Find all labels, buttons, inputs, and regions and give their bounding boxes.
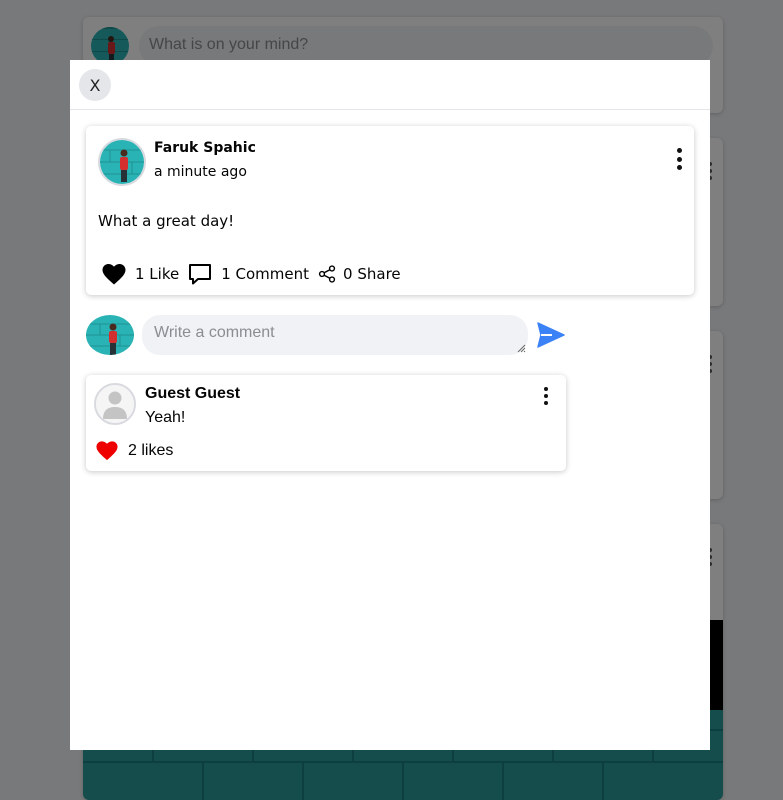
comment-author-name[interactable]: Guest Guest [145,385,240,403]
share-count-label: 0 Share [343,265,401,283]
share-button[interactable]: 0 Share [318,265,401,283]
heart-icon [96,441,118,461]
comment-composer [86,315,686,355]
author-avatar[interactable] [98,138,146,186]
speech-bubble-icon [189,264,212,285]
post-actions: 1 Like 1 Comment 0 Share [102,262,410,286]
post-body-text: What a great day! [98,212,235,230]
more-vertical-icon[interactable] [674,148,684,170]
more-vertical-icon[interactable] [542,387,550,405]
comment-button[interactable]: 1 Comment [188,263,309,285]
modal-header: X [70,60,710,110]
comment-input[interactable] [142,315,528,355]
post-timestamp: a minute ago [154,164,247,180]
post-modal: X Faruk Spahic a minute ago What a great… [70,60,710,750]
like-button[interactable]: 1 Like [102,263,180,285]
heart-icon [102,263,126,284]
comment-likes-label: 2 likes [128,442,174,459]
comment-text: Yeah! [145,409,186,426]
post-author-name[interactable]: Faruk Spahic [154,140,256,156]
comment-like-button[interactable]: 2 likes [96,441,173,461]
close-button[interactable]: X [79,69,111,101]
user-silhouette-icon [94,383,136,425]
current-user-avatar [86,315,134,355]
share-nodes-icon [318,265,336,283]
send-button[interactable] [536,321,566,349]
comment-item: Guest Guest Yeah! 2 likes [86,375,566,471]
resize-grip-icon[interactable] [516,343,526,353]
like-count-label: 1 Like [135,265,180,283]
comment-count-label: 1 Comment [221,265,310,283]
post-card: Faruk Spahic a minute ago What a great d… [86,126,694,295]
